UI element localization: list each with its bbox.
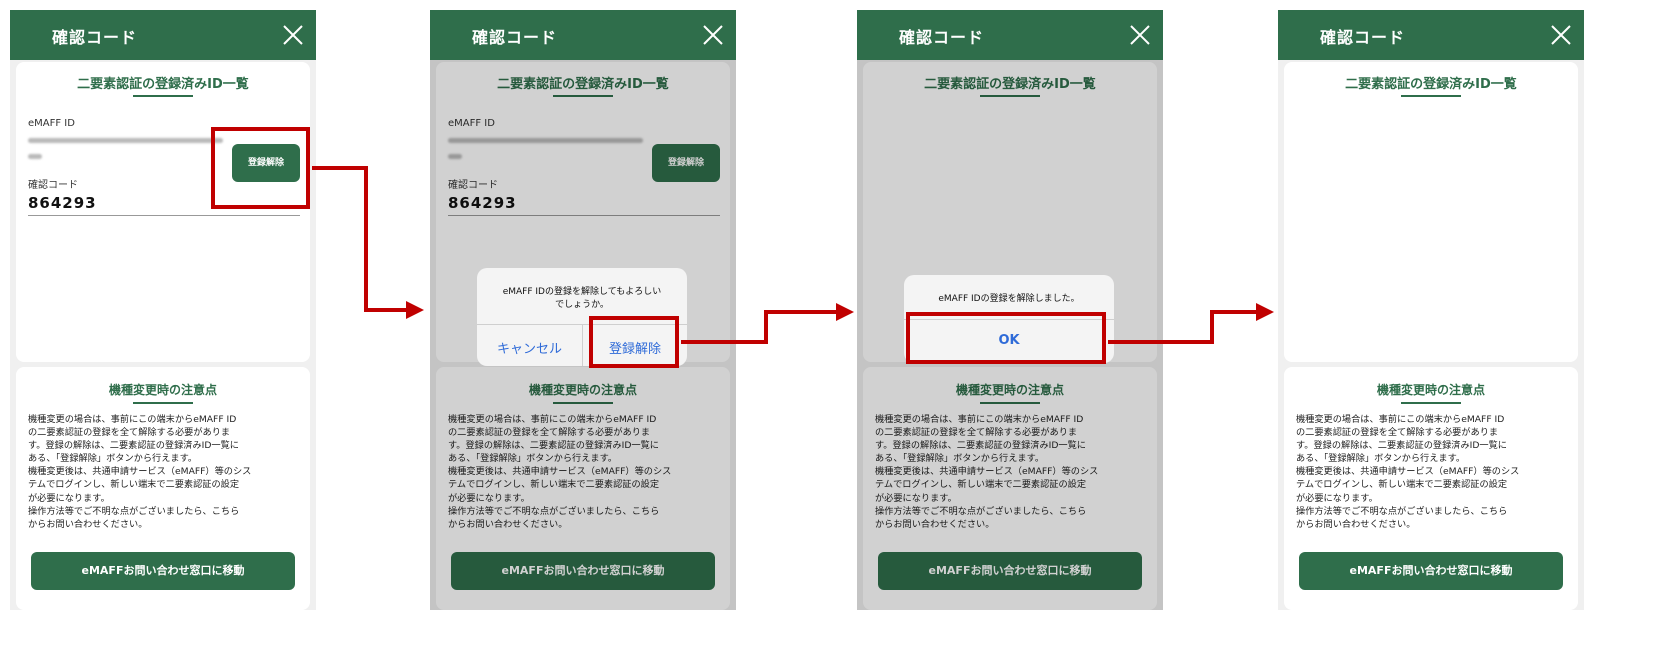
arrow-2-line xyxy=(681,310,838,344)
arrow-2-head xyxy=(836,303,854,321)
arrow-3-line xyxy=(1108,310,1258,344)
flow-arrows xyxy=(312,166,1274,344)
arrow-3-head xyxy=(1256,303,1274,321)
arrow-1-head xyxy=(406,301,424,319)
arrow-1-line xyxy=(312,166,408,312)
